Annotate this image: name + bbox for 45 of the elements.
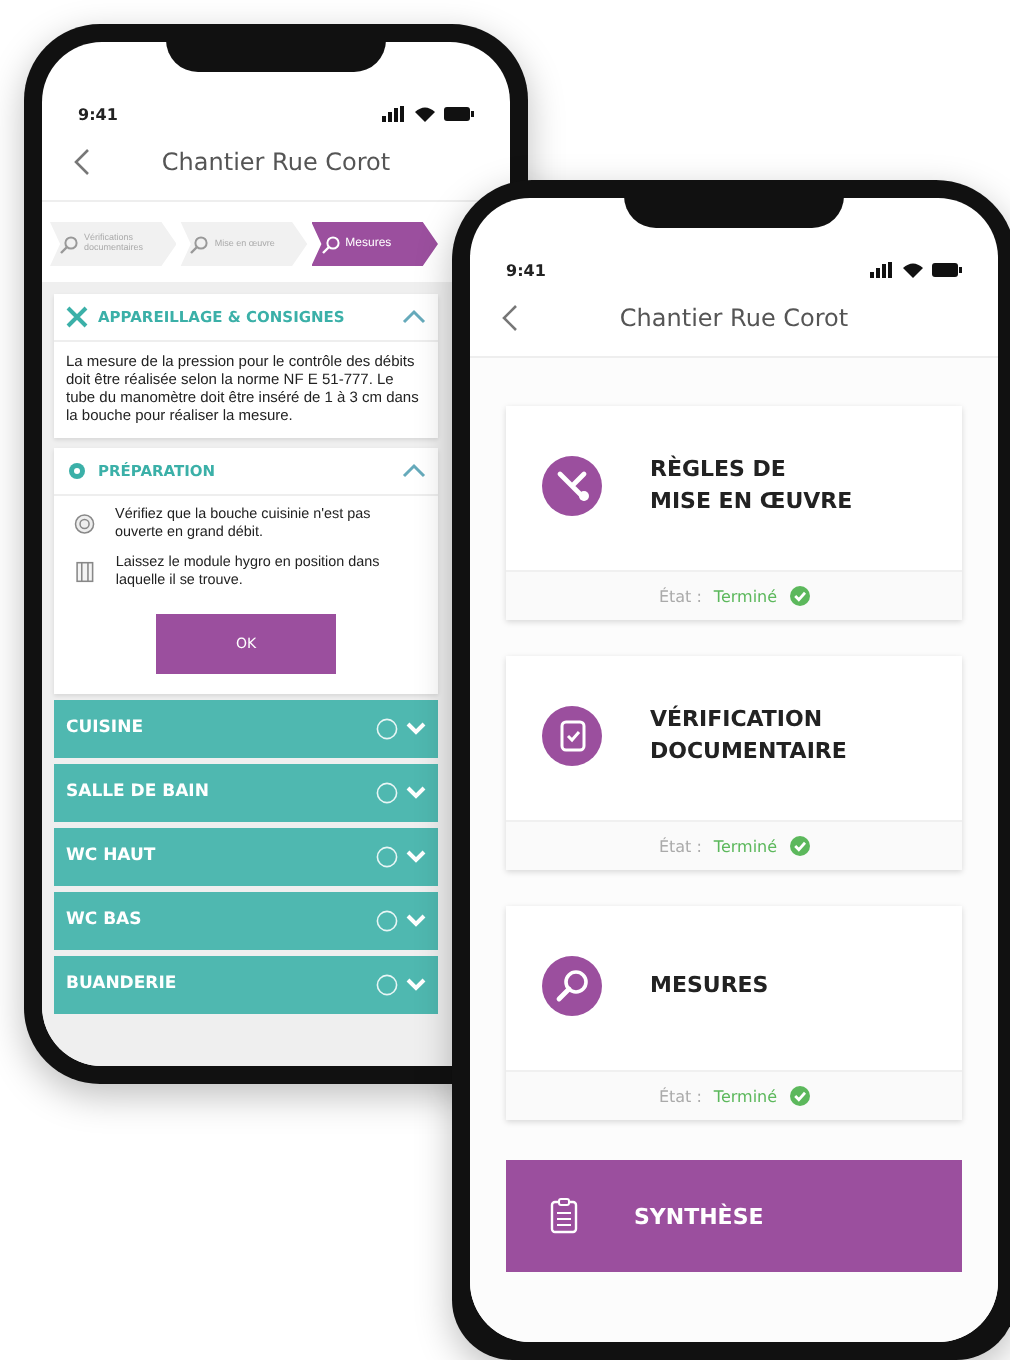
room-row[interactable]: WC HAUT [54, 827, 438, 886]
window-frame-icon [74, 557, 96, 586]
battery-icon [444, 106, 474, 122]
step-card[interactable]: VÉRIFICATION DOCUMENTAIRE État : Terminé [506, 656, 962, 870]
room-row[interactable]: WC BAS [54, 891, 438, 950]
step-card[interactable]: RÈGLES DE MISE EN ŒUVRE État : Terminé [506, 406, 962, 620]
wifi-icon [414, 106, 436, 122]
screen-title: Chantier Rue Corot [159, 148, 393, 176]
card-title: VÉRIFICATION DOCUMENTAIRE [650, 704, 847, 768]
card-title: MESURES [650, 970, 769, 1002]
clipboard-icon [550, 1198, 578, 1234]
status-time: 9:41 [78, 105, 118, 123]
screen-title: Chantier Rue Corot [617, 304, 851, 332]
signal-icon [870, 262, 894, 278]
magnifier-icon [60, 235, 78, 253]
magnifier-icon [190, 235, 209, 253]
caret-icon[interactable] [402, 308, 426, 326]
chevron-down-icon [406, 977, 426, 992]
checklist-icon [542, 706, 602, 766]
back-chevron-icon[interactable] [74, 148, 90, 176]
step-card[interactable]: MESURES État : Terminé [506, 906, 962, 1120]
wifi-icon [902, 262, 924, 278]
signal-icon [382, 106, 406, 122]
magnifier-icon [321, 235, 340, 253]
state-value: Terminé [713, 587, 778, 605]
room-row[interactable]: BUANDERIE [54, 955, 438, 1014]
chevron-down-icon [406, 785, 426, 800]
card-title: RÈGLES DE MISE EN ŒUVRE [650, 454, 853, 518]
chevron-down-icon [406, 913, 426, 928]
chevron-down-icon [406, 721, 426, 736]
battery-icon [932, 262, 962, 278]
state-label: État : [658, 837, 702, 855]
magnifier-icon [542, 956, 602, 1016]
state-label: État : [658, 587, 702, 605]
state-value: Terminé [713, 837, 778, 855]
back-chevron-icon[interactable] [502, 304, 518, 332]
caret-icon[interactable] [402, 462, 426, 480]
chevron-down-icon [406, 849, 426, 864]
vent-icon [74, 509, 96, 538]
synthesis-button[interactable]: SYNTHÈSE [506, 1160, 962, 1272]
status-time: 9:41 [506, 261, 546, 279]
room-row[interactable]: CUISINE [54, 699, 438, 758]
state-value: Terminé [713, 1087, 778, 1105]
state-label: État : [658, 1087, 702, 1105]
room-row[interactable]: SALLE DE BAIN [54, 763, 438, 822]
